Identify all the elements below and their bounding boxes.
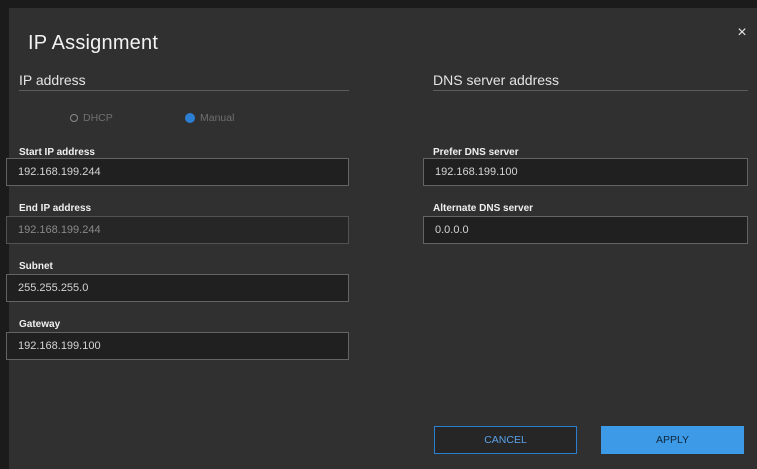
start-ip-input[interactable] (6, 158, 349, 186)
alternate-dns-input[interactable] (423, 216, 748, 244)
subnet-label: Subnet (19, 261, 53, 272)
radio-dhcp-label: DHCP (83, 112, 113, 124)
close-icon[interactable]: × (735, 25, 749, 41)
apply-button[interactable]: APPLY (601, 426, 744, 454)
radio-checked-icon (185, 113, 195, 123)
cancel-button[interactable]: CANCEL (434, 426, 577, 454)
prefer-dns-input[interactable] (423, 158, 748, 186)
radio-unchecked-icon (70, 114, 78, 122)
radio-dhcp[interactable]: DHCP (70, 112, 113, 124)
radio-manual[interactable]: Manual (185, 112, 234, 124)
dialog-title: IP Assignment (28, 32, 159, 54)
ip-section-divider (19, 90, 349, 91)
subnet-input[interactable] (6, 274, 349, 302)
ip-assignment-dialog: IP Assignment × IP address DHCP Manual S… (6, 8, 757, 469)
end-ip-label: End IP address (19, 203, 92, 214)
end-ip-input (6, 216, 349, 244)
prefer-dns-label: Prefer DNS server (433, 147, 519, 158)
alternate-dns-label: Alternate DNS server (433, 203, 534, 214)
radio-manual-label: Manual (200, 112, 235, 124)
dns-section-title: DNS server address (433, 72, 560, 88)
ip-address-section-title: IP address (19, 72, 86, 88)
start-ip-label: Start IP address (19, 147, 95, 158)
gateway-label: Gateway (19, 319, 61, 330)
gateway-input[interactable] (6, 332, 349, 360)
dns-section-divider (433, 90, 748, 91)
